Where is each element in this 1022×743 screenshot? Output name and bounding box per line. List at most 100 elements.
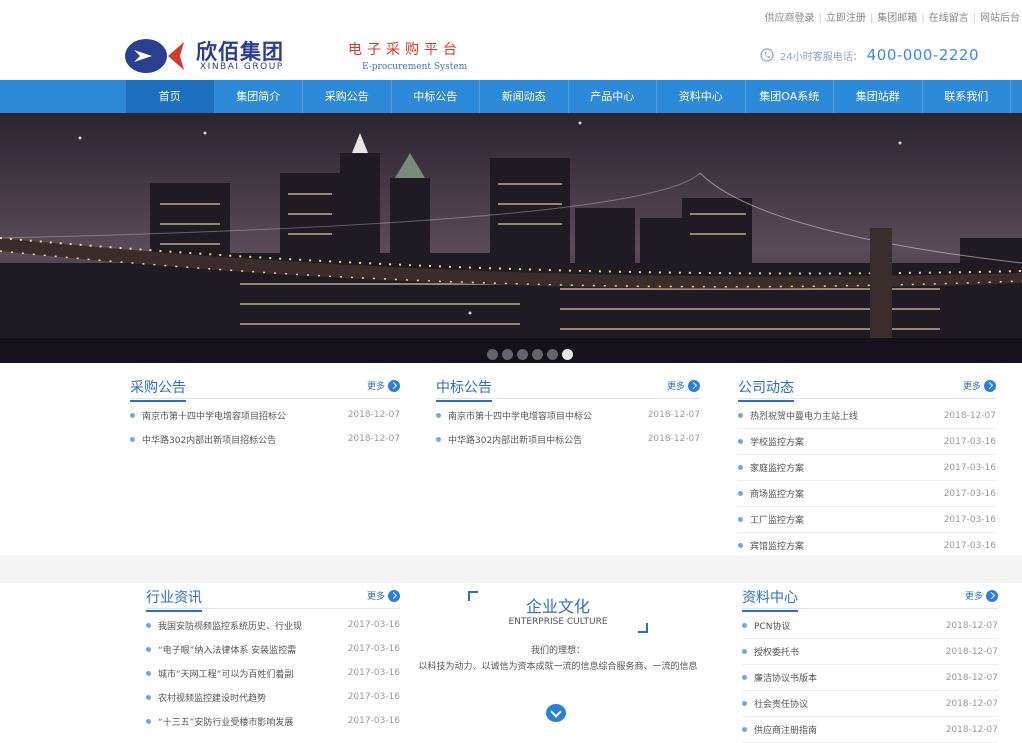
bottom-section: 行业资讯 更多 我国安防视频监控系统历史、行业现2017-03-16 “电子眼”… bbox=[0, 583, 1022, 722]
bullet-icon bbox=[738, 413, 743, 418]
list-item[interactable]: 社会责任协议2018-12-07 bbox=[742, 691, 998, 717]
list-item[interactable]: 廉洁协议书版本2018-12-07 bbox=[742, 665, 998, 691]
bullet-icon bbox=[146, 695, 151, 700]
list-item[interactable]: 我国安防视频监控系统历史、行业现2017-03-16 bbox=[146, 613, 400, 637]
company-news-more-button[interactable]: 更多 bbox=[963, 379, 996, 392]
bullet-icon bbox=[738, 517, 743, 522]
nav-news[interactable]: 新闻动态 bbox=[480, 80, 569, 113]
site-header: 欣佰集团 XINBAI GROUP 电子采购平台 E-procurement S… bbox=[0, 30, 1022, 80]
banner-pagination bbox=[487, 349, 573, 360]
banner-dot[interactable] bbox=[502, 349, 513, 360]
slogan-cn: 电子采购平台 bbox=[348, 39, 467, 59]
list-item[interactable]: 授权委托书2018-12-07 bbox=[742, 639, 998, 665]
item-date: 2017-03-16 bbox=[346, 716, 400, 726]
nav-bid-results[interactable]: 中标公告 bbox=[392, 80, 481, 113]
list-item[interactable]: “十三五”安防行业受楼市影响发展2017-03-16 bbox=[146, 709, 400, 733]
hero-banner[interactable] bbox=[0, 113, 1022, 363]
industry-column: 行业资讯 更多 我国安防视频监控系统历史、行业现2017-03-16 “电子眼”… bbox=[146, 587, 400, 733]
item-date: 2017-03-16 bbox=[942, 463, 996, 473]
list-item[interactable]: 家庭监控方案2017-03-16 bbox=[738, 455, 996, 481]
list-item[interactable]: 商场监控方案2017-03-16 bbox=[738, 481, 996, 507]
nav-procurement[interactable]: 采购公告 bbox=[303, 80, 392, 113]
item-title: 农村视频监控建设时代趋势 bbox=[158, 691, 266, 704]
hotline-number: 400-000-2220 bbox=[867, 46, 979, 64]
main-nav: 首页 集团简介 采购公告 中标公告 新闻动态 产品中心 资料中心 集团OA系统 … bbox=[0, 80, 1022, 113]
admin-link[interactable]: 网站后台 bbox=[976, 13, 1022, 24]
logo[interactable]: 欣佰集团 XINBAI GROUP bbox=[124, 36, 314, 76]
resources-more-button[interactable]: 更多 bbox=[965, 589, 998, 602]
register-link[interactable]: 立即注册 bbox=[822, 13, 870, 24]
item-date: 2017-03-16 bbox=[942, 541, 996, 551]
group-mail-link[interactable]: 集团邮箱 bbox=[873, 13, 921, 24]
list-item[interactable]: 中华路302内部出新项目中标公告2018-12-07 bbox=[436, 427, 700, 451]
bullet-icon bbox=[146, 671, 151, 676]
list-item[interactable]: 南京市第十四中学电增容项目招标公 2018-12-07 bbox=[130, 403, 400, 427]
banner-dot[interactable] bbox=[532, 349, 543, 360]
section-divider-band bbox=[0, 555, 1022, 583]
bullet-icon bbox=[130, 413, 135, 418]
list-item[interactable]: 农村视频监控建设时代趋势2017-03-16 bbox=[146, 685, 400, 709]
list-item[interactable]: 热烈祝贺中曼电力主站上线2018-12-07 bbox=[738, 403, 996, 429]
list-item[interactable]: PCN协议2018-12-07 bbox=[742, 613, 998, 639]
column-header: 公司动态 更多 bbox=[738, 377, 996, 399]
chevron-right-icon bbox=[688, 380, 700, 392]
bidding-list: 南京市第十四中学电增容项目中标公 2018-12-07 中华路302内部出新项目中… bbox=[436, 403, 700, 451]
nav-site-group[interactable]: 集团站群 bbox=[834, 80, 923, 113]
news-section: 采购公告 更多 南京市第十四中学电增容项目招标公 2018-12-07 中华路30… bbox=[0, 363, 1022, 563]
bullet-icon bbox=[738, 543, 743, 548]
item-title: PCN协议 bbox=[754, 619, 790, 632]
nav-products[interactable]: 产品中心 bbox=[569, 80, 658, 113]
resources-title: 资料中心 bbox=[742, 587, 798, 612]
item-date: 2018-12-07 bbox=[944, 673, 998, 683]
industry-title: 行业资讯 bbox=[146, 587, 202, 612]
item-title: 南京市第十四中学电增容项目招标公 bbox=[142, 409, 286, 422]
more-label: 更多 bbox=[667, 379, 685, 392]
nav-about[interactable]: 集团简介 bbox=[215, 80, 304, 113]
nav-resources[interactable]: 资料中心 bbox=[657, 80, 746, 113]
industry-more-button[interactable]: 更多 bbox=[367, 589, 400, 602]
procurement-more-button[interactable]: 更多 bbox=[367, 379, 400, 392]
supplier-login-link[interactable]: 供应商登录 bbox=[761, 13, 819, 24]
bullet-icon bbox=[742, 649, 747, 654]
item-title: 宾馆监控方案 bbox=[750, 539, 804, 552]
nav-oa-system[interactable]: 集团OA系统 bbox=[746, 80, 835, 113]
list-item[interactable]: 供应商注册指南2018-12-07 bbox=[742, 717, 998, 743]
bidding-more-button[interactable]: 更多 bbox=[667, 379, 700, 392]
list-item[interactable]: 工厂监控方案2017-03-16 bbox=[738, 507, 996, 533]
list-item[interactable]: 中华路302内部出新项目招标公告2018-12-07 bbox=[130, 427, 400, 451]
chevron-down-icon[interactable] bbox=[546, 704, 566, 722]
message-link[interactable]: 在线留言 bbox=[925, 13, 973, 24]
procurement-title: 采购公告 bbox=[130, 377, 186, 402]
column-header: 资料中心 更多 bbox=[742, 587, 998, 609]
banner-city-image bbox=[0, 113, 1022, 363]
nav-contact[interactable]: 联系我们 bbox=[923, 80, 1012, 113]
culture-line-2: 以科技为动力、以诚信为资本成就一流的信息综合服务商、一流的信息 bbox=[408, 659, 708, 675]
list-item[interactable]: 南京市第十四中学电增容项目中标公 2018-12-07 bbox=[436, 403, 700, 427]
item-title: 南京市第十四中学电增容项目中标公 bbox=[448, 409, 592, 422]
top-links: 供应商登录|立即注册|集团邮箱|在线留言|网站后台 bbox=[761, 9, 1022, 24]
item-date: 2017-03-16 bbox=[346, 644, 400, 654]
item-date: 2018-12-07 bbox=[646, 410, 700, 420]
item-title: 授权委托书 bbox=[754, 645, 799, 658]
bullet-icon bbox=[436, 437, 441, 442]
platform-slogan: 电子采购平台 E-procurement System bbox=[348, 39, 467, 72]
culture-title-en: ENTERPRISE CULTURE bbox=[468, 617, 648, 627]
bidding-column: 中标公告 更多 南京市第十四中学电增容项目中标公 2018-12-07 中华路30… bbox=[436, 377, 700, 451]
item-date: 2018-12-07 bbox=[346, 434, 400, 444]
culture-description: 我们的理想： 以科技为动力、以诚信为资本成就一流的信息综合服务商、一流的信息 bbox=[408, 643, 708, 675]
item-date: 2018-12-07 bbox=[346, 410, 400, 420]
list-item[interactable]: “电子眼”纳入法律体系 安装监控需2017-03-16 bbox=[146, 637, 400, 661]
list-item[interactable]: 城市“天网工程”可以为百姓们着副2017-03-16 bbox=[146, 661, 400, 685]
banner-dot[interactable] bbox=[547, 349, 558, 360]
bullet-icon bbox=[738, 439, 743, 444]
more-label: 更多 bbox=[367, 589, 385, 602]
bullet-icon bbox=[738, 465, 743, 470]
list-item[interactable]: 学校监控方案2017-03-16 bbox=[738, 429, 996, 455]
logo-name-en: XINBAI GROUP bbox=[200, 62, 284, 72]
bidding-title: 中标公告 bbox=[436, 377, 492, 402]
nav-home[interactable]: 首页 bbox=[126, 80, 215, 113]
banner-dot[interactable] bbox=[517, 349, 528, 360]
banner-dot-active[interactable] bbox=[562, 349, 573, 360]
item-date: 2017-03-16 bbox=[942, 437, 996, 447]
banner-dot[interactable] bbox=[487, 349, 498, 360]
